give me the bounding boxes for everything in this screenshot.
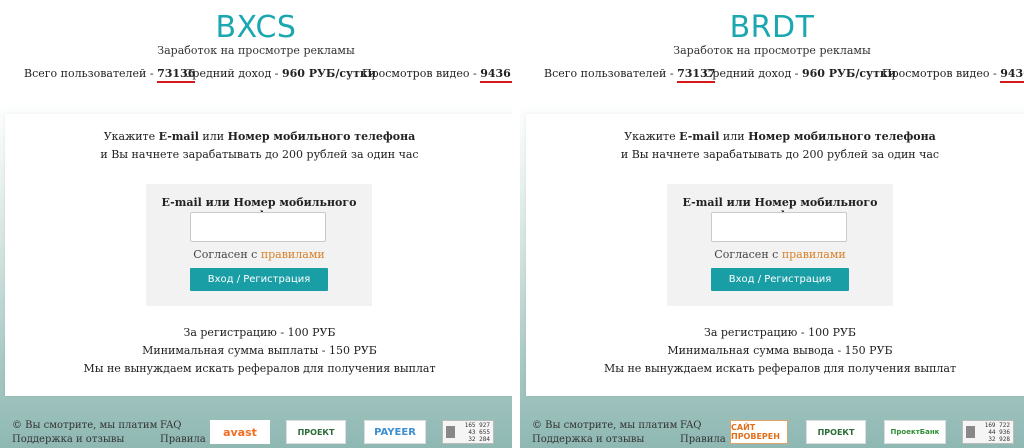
info-notes: За регистрацию - 100 РУБ Минимальная сум…: [5, 324, 512, 378]
intro-phone: Номер мобильного телефона: [748, 130, 936, 143]
users-stat: Всего пользователей - 73137: [544, 67, 716, 83]
login-form: E-mail или Номер мобильного телефона Сог…: [667, 184, 893, 306]
income-label: Средний доход -: [704, 67, 802, 80]
visitor-counter[interactable]: 169 722 44 936 32 928: [962, 420, 1014, 444]
income-stat: Средний доход - 960 РУБ/сутки: [704, 67, 896, 80]
views-stat: Просмотров видео - 9436263: [882, 67, 1024, 83]
rules-footer-link[interactable]: Правила: [680, 433, 726, 447]
users-stat: Всего пользователей - 73136: [24, 67, 196, 83]
site-checked-badge[interactable]: САЙТ ПРОВЕРЕН: [730, 420, 788, 444]
proekt-bank-badge[interactable]: ПроектБанк: [884, 420, 946, 444]
login-form: E-mail или Номер мобильного телефона Сог…: [146, 184, 372, 306]
avast-badge[interactable]: avast: [210, 420, 270, 444]
intro-text: Укажите E-mail или Номер мобильного теле…: [526, 128, 1024, 164]
signup-card: Укажите E-mail или Номер мобильного теле…: [5, 114, 512, 396]
faq-link[interactable]: FAQ: [680, 419, 726, 433]
intro-email: E-mail: [158, 130, 199, 143]
proekt-verified-badge[interactable]: ПРОЕКТ: [806, 420, 866, 444]
rules-link[interactable]: правилами: [261, 248, 325, 261]
views-value: 9436161: [480, 67, 512, 83]
counter-line-3: 32 928: [988, 436, 1010, 443]
footer-copyright: © Вы смотрите, мы платим: [12, 420, 158, 431]
views-value: 9436263: [1000, 67, 1024, 83]
visitor-counter[interactable]: 165 927 43 655 32 284: [442, 420, 494, 444]
rules-link[interactable]: правилами: [782, 248, 846, 261]
intro-or: или: [719, 130, 749, 143]
agree-text: Согласен с: [714, 248, 782, 261]
login-register-button[interactable]: Вход / Регистрация: [711, 268, 849, 291]
agree-text: Согласен с: [193, 248, 261, 261]
site-logo[interactable]: BXCS: [0, 10, 512, 46]
terms-agreement: Согласен с правилами: [146, 248, 372, 261]
intro-email: E-mail: [679, 130, 720, 143]
note-registration-bonus: За регистрацию - 100 РУБ: [183, 326, 336, 339]
panel-divider: [512, 0, 520, 448]
intro-line2: и Вы начнете зарабатывать до 200 рублей …: [100, 148, 419, 161]
counter-line-1: 165 927: [464, 422, 490, 429]
payeer-badge[interactable]: PAYEER: [364, 420, 426, 444]
site-tagline: Заработок на просмотре рекламы: [673, 44, 871, 57]
footer-nav: FAQ Правила: [680, 419, 726, 447]
support-link[interactable]: Поддержка и отзывы: [12, 433, 157, 447]
site-logo[interactable]: BRDT: [520, 10, 1024, 46]
faq-link[interactable]: FAQ: [160, 419, 206, 433]
info-notes: За регистрацию - 100 РУБ Минимальная сум…: [526, 324, 1024, 378]
counter-chart-icon: [446, 426, 455, 438]
signup-card: Укажите E-mail или Номер мобильного теле…: [526, 114, 1024, 396]
proekt-verified-badge[interactable]: ПРОЕКТ: [286, 420, 346, 444]
intro-text: Укажите E-mail или Номер мобильного теле…: [5, 128, 512, 164]
support-link[interactable]: Поддержка и отзывы: [532, 433, 677, 447]
views-label: Просмотров видео -: [882, 67, 1001, 80]
left-site-panel: BXCS Заработок на просмотре рекламы Всег…: [0, 0, 512, 448]
email-phone-input[interactable]: [190, 212, 326, 242]
note-min-payout: Минимальная сумма выплаты - 150 РУБ: [142, 344, 377, 357]
users-label: Всего пользователей -: [544, 67, 678, 80]
rules-footer-link[interactable]: Правила: [160, 433, 206, 447]
counter-line-1: 169 722: [984, 422, 1010, 429]
site-tagline: Заработок на просмотре рекламы: [157, 44, 355, 57]
note-no-referrals: Мы не вынуждаем искать рефералов для пол…: [603, 362, 957, 375]
terms-agreement: Согласен с правилами: [667, 248, 893, 261]
views-label: Просмотров видео -: [362, 67, 481, 80]
footer-nav: FAQ Правила: [160, 419, 206, 447]
right-site-panel: BRDT Заработок на просмотре рекламы Всег…: [520, 0, 1024, 448]
footer-left-links: © Вы смотрите, мы платим Поддержка и отз…: [532, 419, 677, 447]
note-no-referrals: Мы не вынуждаем искать рефералов для пол…: [83, 362, 436, 375]
footer-left-links: © Вы смотрите, мы платим Поддержка и отз…: [12, 419, 157, 447]
counter-line-2: 43 655: [468, 429, 490, 436]
login-register-button[interactable]: Вход / Регистрация: [190, 268, 328, 291]
counter-line-3: 32 284: [468, 436, 490, 443]
users-label: Всего пользователей -: [24, 67, 158, 80]
income-label: Средний доход -: [184, 67, 282, 80]
counter-chart-icon: [966, 426, 975, 438]
intro-or: или: [198, 130, 228, 143]
income-stat: Средний доход - 960 РУБ/сутки: [184, 67, 376, 80]
footer-copyright: © Вы смотрите, мы платим: [532, 420, 678, 431]
views-stat: Просмотров видео - 9436161: [362, 67, 512, 83]
email-phone-input[interactable]: [711, 212, 847, 242]
intro-phone: Номер мобильного телефона: [227, 130, 416, 143]
note-min-withdrawal: Минимальная сумма вывода - 150 РУБ: [667, 344, 893, 357]
intro-pre: Укажите: [624, 130, 680, 143]
counter-line-2: 44 936: [988, 429, 1010, 436]
intro-pre: Укажите: [103, 130, 159, 143]
note-registration-bonus: За регистрацию - 100 РУБ: [703, 326, 857, 339]
intro-line2: и Вы начнете зарабатывать до 200 рублей …: [620, 148, 940, 161]
